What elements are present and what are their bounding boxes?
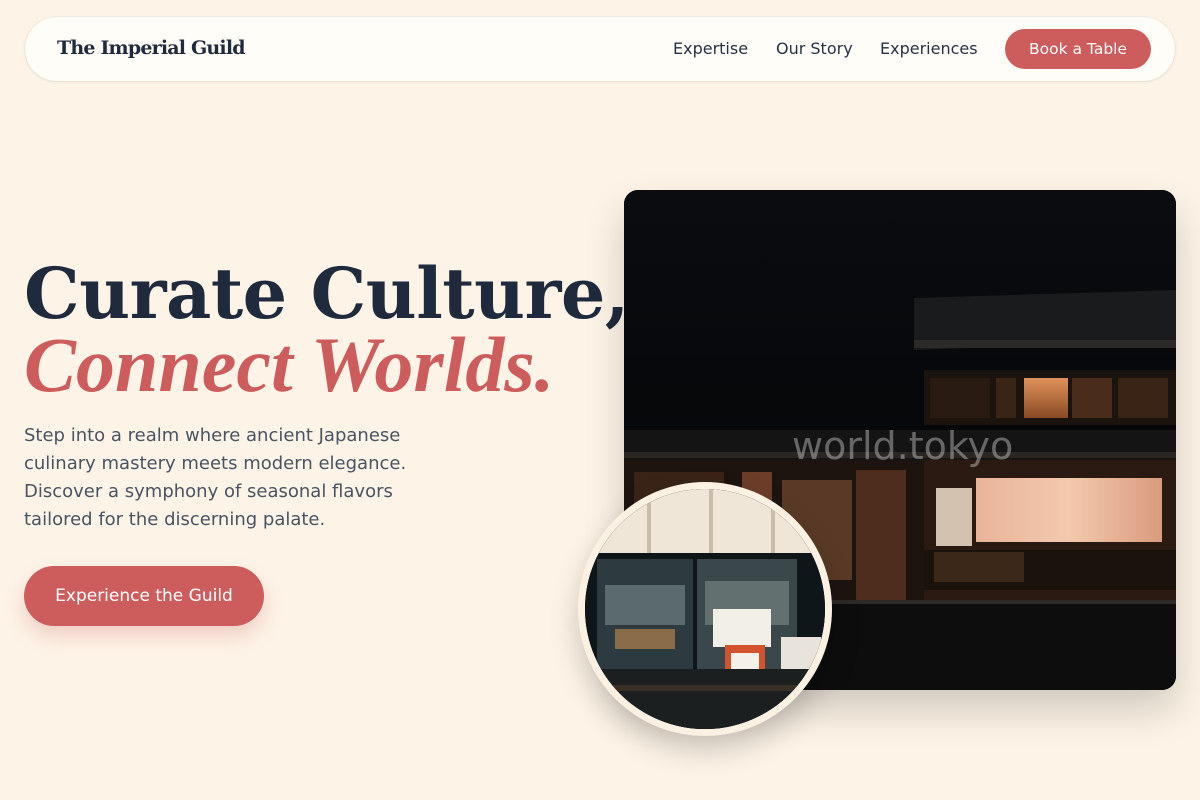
circle-photo-frame bbox=[585, 489, 825, 729]
nav-link-expertise[interactable]: Expertise bbox=[673, 39, 748, 58]
experience-guild-button[interactable]: Experience the Guild bbox=[24, 566, 264, 626]
hero-headline-line2: Connect Worlds. bbox=[24, 321, 555, 408]
interior-illustration bbox=[585, 489, 825, 729]
restaurant-interior-photo bbox=[578, 482, 832, 736]
photo-watermark: world.tokyo bbox=[792, 424, 1014, 468]
brand-logo[interactable]: The Imperial Guild bbox=[57, 37, 246, 59]
top-navbar: The Imperial Guild Expertise Our Story E… bbox=[25, 17, 1175, 81]
book-table-button[interactable]: Book a Table bbox=[1005, 29, 1151, 69]
nav-link-experiences[interactable]: Experiences bbox=[880, 39, 978, 58]
nav-link-our-story[interactable]: Our Story bbox=[776, 39, 853, 58]
hero-description: Step into a realm where ancient Japanese… bbox=[24, 425, 407, 530]
